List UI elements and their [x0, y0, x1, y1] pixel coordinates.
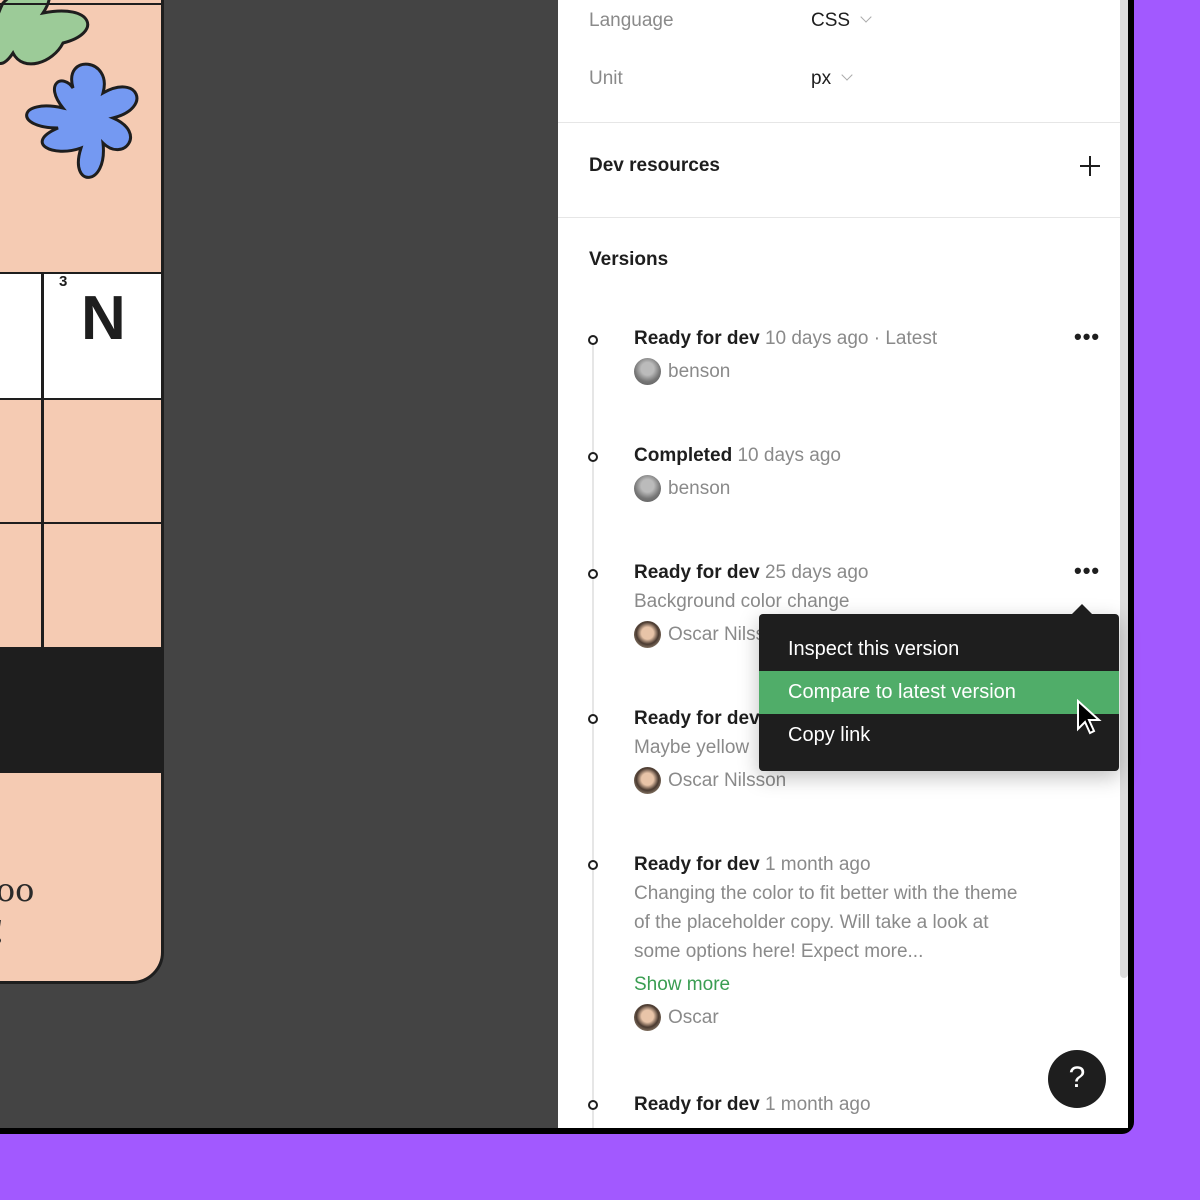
show-more-link[interactable]: Show more	[634, 970, 1054, 999]
chevron-down-icon	[860, 11, 872, 23]
grid-line	[0, 272, 161, 274]
grid-line	[0, 522, 161, 524]
timeline-dot	[588, 860, 598, 870]
divider	[558, 122, 1120, 123]
menu-item-compare-latest[interactable]: Compare to latest version	[759, 671, 1119, 714]
version-status: Completed	[634, 445, 733, 466]
timeline-dot	[588, 335, 598, 345]
avatar	[634, 621, 661, 648]
version-item[interactable]: Ready for dev 10 days ago · Latest benso…	[634, 324, 1054, 386]
timeline-dot	[588, 1100, 598, 1110]
chevron-down-icon	[841, 69, 853, 81]
version-user: benson	[668, 361, 731, 382]
version-time: 1 month ago	[764, 854, 871, 875]
version-context-menu: Inspect this version Compare to latest v…	[759, 604, 1119, 771]
version-description: Background color change	[634, 591, 850, 612]
versions-title: Versions	[589, 249, 669, 270]
grid-line	[0, 398, 161, 400]
timeline-dot	[588, 452, 598, 462]
app-window: 3 N too ! Language CSS Unit px Dev resou…	[0, 0, 1134, 1134]
latest-tag: · Latest	[873, 328, 938, 349]
version-time: 10 days ago	[764, 328, 869, 349]
version-time: 1 month ago	[764, 1094, 871, 1115]
cell-number: 3	[59, 273, 68, 290]
version-time: 25 days ago	[764, 562, 869, 583]
cursor-icon	[1077, 699, 1102, 735]
language-value: CSS	[811, 10, 851, 31]
design-canvas[interactable]: 3 N too !	[0, 0, 558, 1128]
avatar	[634, 475, 661, 502]
unit-select[interactable]: px	[811, 68, 853, 90]
unit-label: Unit	[589, 68, 623, 89]
avatar	[634, 1004, 661, 1031]
version-description: Changing the color to fit better with th…	[634, 883, 1018, 962]
flower-illustration	[0, 0, 139, 179]
version-status: Ready for dev	[634, 328, 760, 349]
unit-value: px	[811, 68, 832, 89]
grid-line	[0, 3, 161, 5]
version-status: Ready for dev	[634, 1094, 760, 1115]
version-item[interactable]: Ready for dev 1 month ago Changing the c…	[634, 850, 1054, 1032]
canvas-text: too	[0, 871, 35, 909]
timeline-dot	[588, 714, 598, 724]
version-status: Ready for dev	[634, 708, 760, 729]
canvas-text: !	[0, 913, 5, 951]
version-user: benson	[668, 478, 731, 499]
cell-letter: N	[81, 284, 126, 353]
avatar	[634, 767, 661, 794]
help-button[interactable]: ?	[1048, 1050, 1106, 1108]
black-band	[0, 647, 161, 773]
version-time: 10 days ago	[737, 445, 841, 466]
inspect-panel: Language CSS Unit px Dev resources Versi…	[558, 0, 1120, 1128]
more-options-button[interactable]: •••	[1074, 558, 1100, 584]
version-user: Oscar	[668, 1007, 719, 1028]
version-status: Ready for dev	[634, 854, 760, 875]
version-item[interactable]: Completed 10 days ago benson	[634, 441, 1054, 503]
menu-item-copy-link[interactable]: Copy link	[759, 714, 1119, 757]
scrollbar-thumb[interactable]	[1120, 0, 1128, 978]
scrollbar[interactable]	[1120, 0, 1128, 1128]
dev-resources-title: Dev resources	[589, 155, 720, 176]
divider	[558, 217, 1120, 218]
version-status: Ready for dev	[634, 562, 760, 583]
timeline-dot	[588, 569, 598, 579]
language-select[interactable]: CSS	[811, 10, 872, 32]
plus-icon[interactable]	[1080, 156, 1100, 176]
language-label: Language	[589, 10, 674, 31]
version-item[interactable]: Ready for dev 1 month ago	[634, 1090, 1054, 1119]
menu-item-inspect-version[interactable]: Inspect this version	[759, 628, 1119, 671]
crossword-artboard[interactable]: 3 N too !	[0, 0, 164, 984]
avatar	[634, 358, 661, 385]
grid-line	[41, 272, 44, 647]
more-options-button[interactable]: •••	[1074, 324, 1100, 350]
